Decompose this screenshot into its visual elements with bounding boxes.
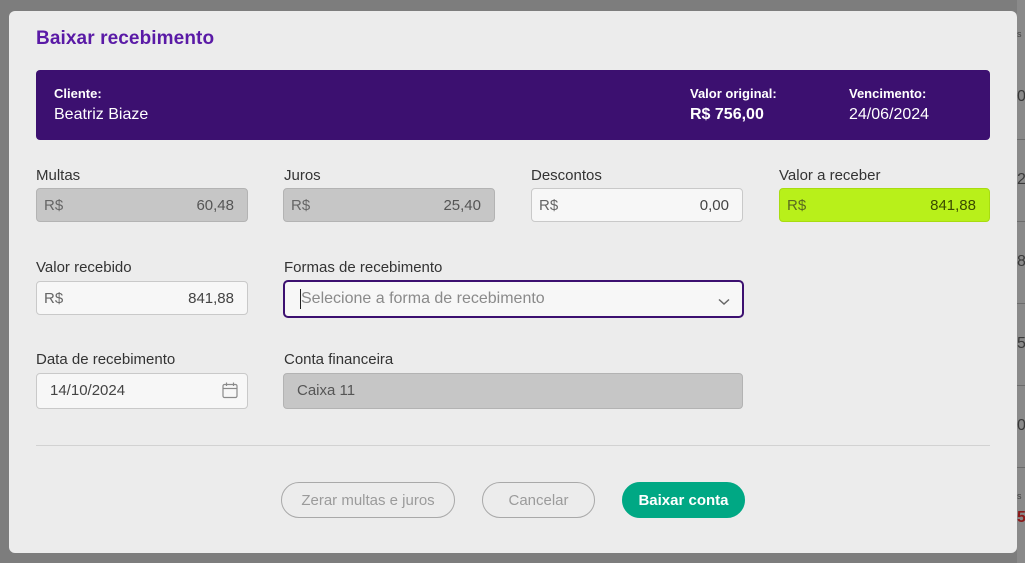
- amount-due-label: Valor a receber: [779, 167, 881, 184]
- background-text: 0: [1017, 417, 1025, 434]
- account-field: Caixa 11: [283, 373, 743, 409]
- amount-due-field: R$ 841,88: [779, 188, 990, 222]
- fines-currency: R$: [44, 197, 64, 214]
- payment-method-select[interactable]: Selecione a forma de recebimento: [283, 280, 744, 318]
- original-value: R$ 756,00: [690, 106, 764, 123]
- client-label: Cliente:: [54, 86, 102, 101]
- background-text: 2: [1017, 171, 1025, 188]
- amount-received-label: Valor recebido: [36, 259, 132, 276]
- background-divider: [1017, 385, 1025, 386]
- discounts-label: Descontos: [531, 167, 602, 184]
- amount-due-value: 841,88: [930, 197, 976, 214]
- discounts-value: 0,00: [699, 197, 729, 214]
- background-text: 8: [1017, 253, 1025, 270]
- interest-field: R$ 25,40: [283, 188, 495, 222]
- amount-received-input[interactable]: R$ 841,88: [36, 281, 248, 315]
- background-divider: [1017, 221, 1025, 222]
- due-date: 24/06/2024: [849, 106, 930, 123]
- client-name: Beatriz Biaze: [54, 106, 149, 123]
- background-text: 5: [1017, 509, 1025, 526]
- background-text: s: [1017, 29, 1022, 39]
- interest-value: 25,40: [443, 197, 481, 214]
- interest-currency: R$: [291, 197, 311, 214]
- modal-title: Baixar recebimento: [36, 28, 215, 49]
- receipt-date-value: 14/10/2024: [50, 382, 126, 399]
- due-date-label: Vencimento:: [849, 86, 927, 101]
- payment-method-label: Formas de recebimento: [284, 259, 443, 276]
- background-text: 0: [1017, 88, 1025, 105]
- background-page-edge: [1017, 0, 1025, 563]
- discounts-currency: R$: [539, 197, 559, 214]
- background-text: s: [1017, 491, 1022, 501]
- payment-method-placeholder: Selecione a forma de recebimento: [301, 290, 545, 307]
- reset-fines-button[interactable]: Zerar multas e juros: [281, 482, 455, 518]
- interest-label: Juros: [284, 167, 321, 184]
- original-value-label: Valor original:: [690, 86, 777, 101]
- cancel-button[interactable]: Cancelar: [482, 482, 595, 518]
- receipt-date-input[interactable]: 14/10/2024: [36, 373, 248, 409]
- summary-banner: Cliente: Beatriz Biaze Valor original: R…: [36, 70, 990, 140]
- background-divider: [1017, 139, 1025, 140]
- amount-due-currency: R$: [787, 197, 807, 214]
- submit-button[interactable]: Baixar conta: [622, 482, 745, 518]
- receipt-date-label: Data de recebimento: [36, 351, 176, 368]
- fines-value: 60,48: [196, 197, 234, 214]
- account-value: Caixa 11: [297, 382, 356, 399]
- chevron-down-icon[interactable]: [718, 293, 730, 311]
- footer-divider: [36, 445, 990, 446]
- background-text: 5: [1017, 335, 1025, 352]
- background-divider: [1017, 303, 1025, 304]
- discounts-input[interactable]: R$ 0,00: [531, 188, 743, 222]
- fines-label: Multas: [36, 167, 81, 184]
- background-divider: [1017, 467, 1025, 468]
- account-label: Conta financeira: [284, 351, 394, 368]
- calendar-icon[interactable]: [222, 382, 238, 404]
- amount-received-currency: R$: [44, 290, 64, 307]
- receipt-modal: Baixar recebimento Cliente: Beatriz Biaz…: [9, 11, 1017, 553]
- amount-received-value: 841,88: [188, 290, 234, 307]
- fines-field: R$ 60,48: [36, 188, 248, 222]
